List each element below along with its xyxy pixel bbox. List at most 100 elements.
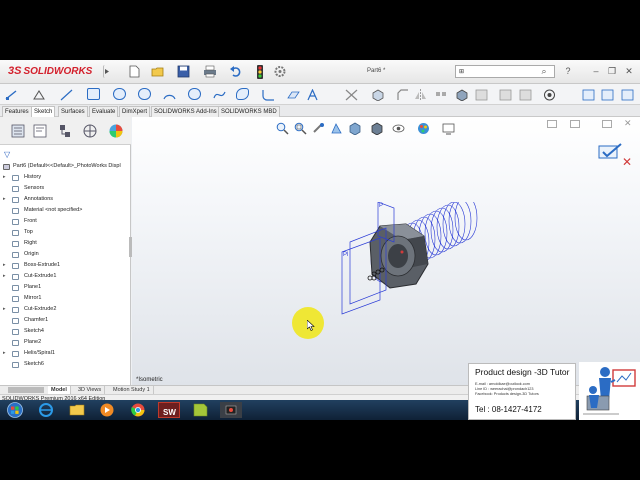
expand-arrow-icon[interactable]: ▸: [3, 271, 6, 282]
configuration-manager-tab-icon[interactable]: [57, 123, 73, 139]
shaded-sketch-contours-icon[interactable]: [601, 88, 614, 101]
slot-icon[interactable]: [113, 88, 126, 100]
rapid-sketch-icon[interactable]: [543, 88, 556, 101]
feature-manager-tab-icon[interactable]: [10, 123, 26, 139]
solidworks-logo[interactable]: 3S SOLIDWORKS: [8, 65, 92, 77]
tab-surfaces[interactable]: Surfaces: [58, 106, 88, 117]
menu-arrow-icon[interactable]: [103, 65, 109, 78]
expand-arrow-icon[interactable]: ▸: [3, 194, 6, 205]
tab-solidworks-mbd[interactable]: SOLIDWORKS MBD: [218, 106, 280, 117]
file-explorer-icon[interactable]: [66, 402, 88, 418]
quick-snaps-icon[interactable]: [519, 88, 532, 101]
previous-view-icon[interactable]: [312, 122, 325, 135]
restore-button[interactable]: ❐: [606, 66, 618, 77]
help-icon[interactable]: ?: [562, 66, 574, 77]
options-gear-icon[interactable]: [273, 65, 287, 78]
instant2d-icon[interactable]: [582, 88, 595, 101]
tree-item[interactable]: ▸ History: [0, 172, 131, 183]
offset-entities-icon[interactable]: [396, 88, 409, 100]
convert-entities-icon[interactable]: [371, 88, 384, 102]
print-icon[interactable]: [203, 65, 217, 78]
tree-item[interactable]: Material <not specified>: [0, 205, 131, 216]
confirmation-corner-cancel-icon[interactable]: ✕: [622, 155, 632, 169]
viewport-minimize-icon[interactable]: [547, 120, 557, 128]
tree-item[interactable]: Right: [0, 238, 131, 249]
filter-icon[interactable]: ▽: [4, 150, 10, 159]
tab-sketch[interactable]: Sketch: [31, 106, 56, 117]
viewport-tile-icon[interactable]: [570, 120, 580, 128]
media-player-icon[interactable]: [96, 402, 118, 418]
tree-item[interactable]: Sensors: [0, 183, 131, 194]
save-icon[interactable]: [177, 65, 191, 78]
screen-recorder-icon[interactable]: [220, 402, 242, 418]
viewport-restore-icon[interactable]: [602, 120, 612, 128]
notepad-icon[interactable]: [189, 402, 211, 418]
view-orientation-icon[interactable]: [348, 122, 361, 136]
display-manager-tab-icon[interactable]: [108, 123, 124, 139]
tree-item[interactable]: Front: [0, 216, 131, 227]
viewport-close-icon[interactable]: ✕: [624, 118, 632, 129]
internet-explorer-icon[interactable]: [35, 402, 57, 418]
smart-dimension-icon[interactable]: [32, 88, 45, 100]
plane-icon[interactable]: [287, 88, 300, 100]
rectangle-icon[interactable]: [87, 88, 100, 100]
linear-pattern-icon[interactable]: [435, 88, 448, 100]
line-icon[interactable]: [60, 88, 73, 101]
repair-sketch-icon[interactable]: [499, 88, 512, 101]
tree-root[interactable]: Part6 (Default<<Default>_PhotoWorks Disp…: [0, 161, 131, 172]
tree-item[interactable]: Chamfer1: [0, 315, 131, 326]
arc-icon[interactable]: [163, 88, 176, 100]
expand-arrow-icon[interactable]: ▸: [3, 348, 6, 359]
fillet-icon[interactable]: [262, 88, 275, 101]
text-icon[interactable]: [306, 88, 319, 101]
tree-item[interactable]: ▸ Annotations: [0, 194, 131, 205]
spline-icon[interactable]: [213, 88, 226, 100]
trim-entities-icon[interactable]: [345, 88, 358, 101]
tree-item[interactable]: Plane2: [0, 337, 131, 348]
tree-item[interactable]: ▸ Boss-Extrude1: [0, 260, 131, 271]
minimize-button[interactable]: –: [590, 66, 602, 77]
expand-arrow-icon[interactable]: ▸: [3, 172, 6, 183]
mirror-entities-icon[interactable]: [414, 88, 427, 101]
tree-item[interactable]: Sketch4: [0, 326, 131, 337]
tab-solidworks-add-ins[interactable]: SOLIDWORKS Add-Ins: [151, 106, 220, 117]
tree-item[interactable]: ▸ Helix/Spiral1: [0, 348, 131, 359]
dimxpert-manager-tab-icon[interactable]: [82, 123, 98, 139]
tree-item[interactable]: Top: [0, 227, 131, 238]
rebuild-traffic-light-icon[interactable]: [256, 65, 264, 79]
tab-dimxpert[interactable]: DimXpert: [119, 106, 151, 117]
tree-item[interactable]: ▸ Cut-Extrude2: [0, 304, 131, 315]
property-manager-tab-icon[interactable]: [32, 123, 48, 139]
solidworks-taskbar-icon[interactable]: SW: [158, 402, 180, 418]
display-relations-icon[interactable]: [475, 88, 488, 101]
close-button[interactable]: ✕: [623, 66, 635, 77]
display-style-icon[interactable]: [370, 122, 383, 136]
tree-item[interactable]: Origin: [0, 249, 131, 260]
undo-icon[interactable]: [229, 65, 243, 78]
tree-item[interactable]: Mirror1: [0, 293, 131, 304]
edit-appearance-icon[interactable]: [417, 122, 430, 135]
graphics-area[interactable]: ✕ ✕ Pl P *Isometric: [132, 117, 640, 385]
tab-nav-arrows[interactable]: [8, 387, 44, 393]
polygon-icon[interactable]: [188, 88, 201, 100]
section-view-icon[interactable]: [330, 122, 343, 135]
start-orb-icon[interactable]: [4, 402, 26, 418]
nut-and-helix-model[interactable]: Pl P: [332, 202, 492, 322]
confirmation-corner-ok-icon[interactable]: [598, 143, 624, 166]
sketch-icon[interactable]: [5, 88, 18, 100]
tree-item[interactable]: Sketch6: [0, 359, 131, 370]
expand-arrow-icon[interactable]: ▸: [3, 260, 6, 271]
hide-show-items-icon[interactable]: [392, 122, 405, 135]
chrome-icon[interactable]: [127, 402, 149, 418]
move-entities-icon[interactable]: [455, 88, 468, 102]
ellipse-icon[interactable]: [236, 88, 249, 100]
apply-scene-icon[interactable]: [442, 122, 455, 135]
expand-arrow-icon[interactable]: ▸: [3, 304, 6, 315]
new-document-icon[interactable]: [127, 65, 141, 78]
tab-features[interactable]: Features: [2, 106, 32, 117]
tree-item[interactable]: ▸ Cut-Extrude1: [0, 271, 131, 282]
search-icon[interactable]: ⌕: [538, 66, 550, 77]
tree-item[interactable]: Plane1: [0, 282, 131, 293]
circle-icon[interactable]: [138, 88, 151, 100]
open-folder-icon[interactable]: [151, 65, 165, 78]
